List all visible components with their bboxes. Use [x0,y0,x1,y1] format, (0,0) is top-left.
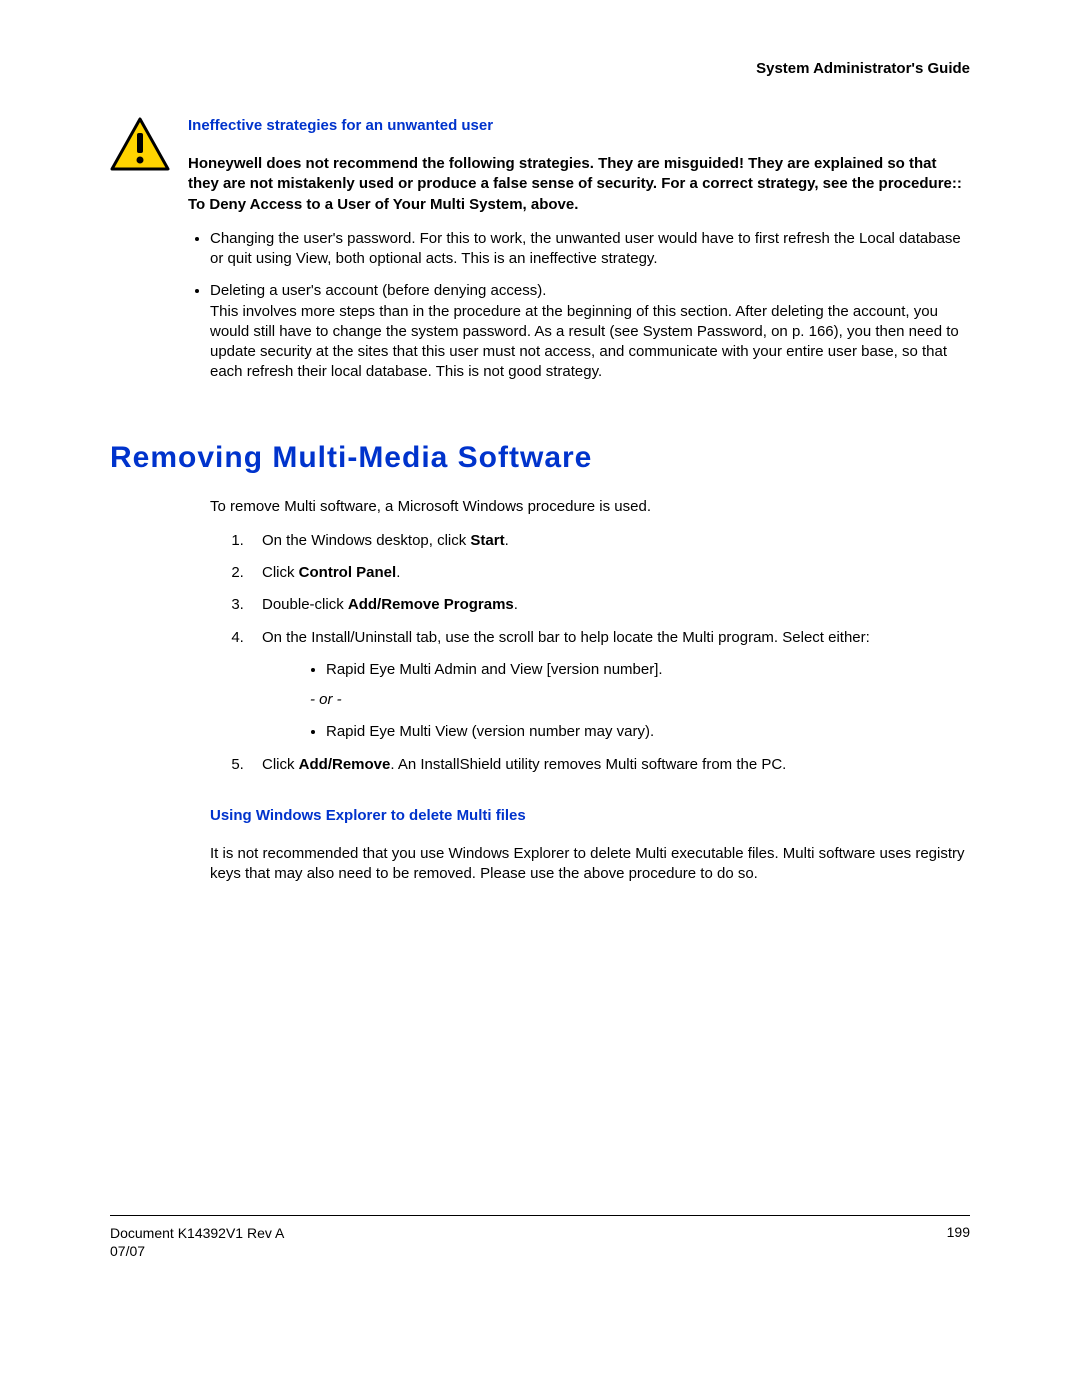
step-2: Click Control Panel. [248,563,970,583]
footer-page-number: 199 [947,1224,970,1260]
bullet-2: Deleting a user's account (before denyin… [210,281,970,382]
subheading-ineffective: Ineffective strategies for an unwanted u… [188,117,970,134]
step-5-bold: Add/Remove [299,756,391,773]
explorer-warning-para: It is not recommended that you use Windo… [210,844,970,885]
step-5-post: . An InstallShield utility removes Multi… [390,756,786,773]
step-1-pre: On the Windows desktop, click [262,532,470,549]
step-3-pre: Double-click [262,596,348,613]
removal-content: To remove Multi software, a Microsoft Wi… [210,497,970,885]
step-1-post: . [505,532,509,549]
warning-content: Ineffective strategies for an unwanted u… [188,117,970,395]
footer-date: 07/07 [110,1243,145,1259]
step-4-sub1: Rapid Eye Multi Admin and View [version … [326,660,970,680]
page: System Administrator's Guide Ineffective… [0,0,1080,1320]
step-1-bold: Start [470,532,504,549]
bullet-2-line1: Deleting a user's account (before denyin… [210,282,546,299]
step-2-post: . [396,564,400,581]
step-3-post: . [514,596,518,613]
step-5: Click Add/Remove. An InstallShield utili… [248,755,970,775]
step-1: On the Windows desktop, click Start. [248,531,970,551]
warning-section: Ineffective strategies for an unwanted u… [110,117,970,395]
bullet-2-line2: This involves more steps than in the pro… [210,303,959,381]
step-3-bold: Add/Remove Programs [348,596,514,613]
step-3: Double-click Add/Remove Programs. [248,595,970,615]
bullet-1: Changing the user's password. For this t… [210,229,970,270]
footer-doc-id: Document K14392V1 Rev A [110,1225,284,1241]
warning-paragraph: Honeywell does not recommend the followi… [188,154,970,215]
step-4-text: On the Install/Uninstall tab, use the sc… [262,629,870,646]
step-4-sublist: Rapid Eye Multi Admin and View [version … [262,660,970,680]
warning-icon [110,117,170,175]
footer-left: Document K14392V1 Rev A 07/07 [110,1224,284,1260]
intro-para: To remove Multi software, a Microsoft Wi… [210,497,970,517]
header-guide-title: System Administrator's Guide [110,60,970,77]
step-4-sublist-2: Rapid Eye Multi View (version number may… [262,722,970,742]
steps-list: On the Windows desktop, click Start. Cli… [210,531,970,775]
step-2-bold: Control Panel [299,564,397,581]
warning-bullets: Changing the user's password. For this t… [188,229,970,383]
heading-removing-software: Removing Multi-Media Software [110,441,970,475]
step-4-sub2: Rapid Eye Multi View (version number may… [326,722,970,742]
step-4: On the Install/Uninstall tab, use the sc… [248,628,970,743]
step-2-pre: Click [262,564,299,581]
step-5-pre: Click [262,756,299,773]
footer: Document K14392V1 Rev A 07/07 199 [110,1216,970,1260]
subheading-windows-explorer: Using Windows Explorer to delete Multi f… [210,807,970,824]
step-4-or: - or - [310,690,970,710]
